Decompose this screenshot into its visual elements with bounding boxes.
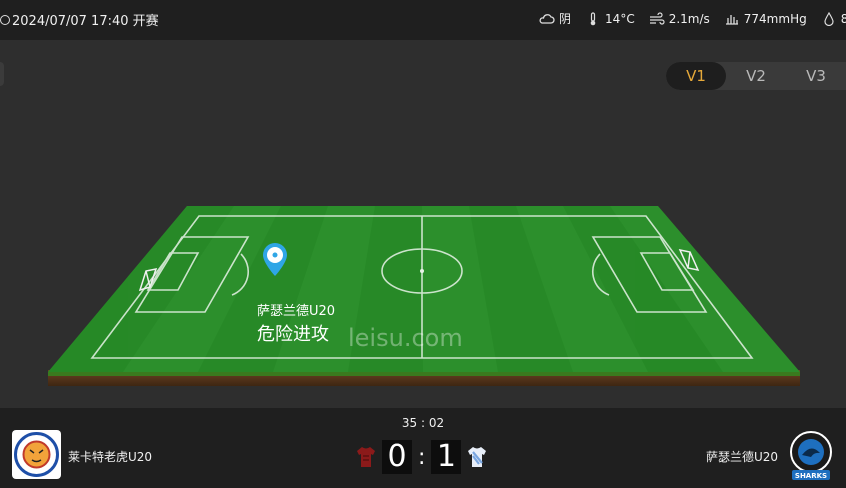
home-shirt-icon xyxy=(357,447,375,467)
match-datetime: 2024/07/07 17:40 开赛 xyxy=(0,10,159,29)
thermometer-icon xyxy=(590,11,596,25)
weather-pressure: 774mmHg xyxy=(724,10,807,27)
weather-humidity: 86 xyxy=(821,10,846,27)
home-team-logo xyxy=(12,430,61,479)
watermark: leisu.com xyxy=(348,324,463,352)
event-team: 萨瑟兰德U20 xyxy=(257,304,335,319)
cloud-icon xyxy=(539,13,555,24)
grass-fringe xyxy=(48,372,800,376)
event-text: 危险进攻 xyxy=(257,324,329,345)
tiger-crest-icon xyxy=(14,432,59,477)
home-score: 0 xyxy=(382,440,412,474)
away-team-name: 萨瑟兰德U20 xyxy=(705,450,778,464)
away-score: 1 xyxy=(431,440,462,474)
weather-temperature: 14°C xyxy=(585,10,635,27)
svg-text:SHARKS: SHARKS xyxy=(795,472,827,480)
center-spot xyxy=(420,269,424,273)
weather-condition: 阴 xyxy=(539,10,571,27)
away-shirt-icon xyxy=(468,447,487,467)
match-clock: 35 : 02 xyxy=(401,416,445,430)
away-team-logo: SHARKS xyxy=(788,430,834,482)
shark-crest-icon: SHARKS xyxy=(790,431,832,480)
weather-wind: 2.1m/s xyxy=(649,10,710,27)
home-team-name: 莱卡特老虎U20 xyxy=(68,450,153,464)
scoreboard: 35 : 02 莱卡特老虎U20 0 : 1 萨瑟兰德U20 SHARKS xyxy=(0,408,846,488)
clock-icon xyxy=(0,15,10,25)
top-bar: 2024/07/07 17:40 开赛 阴 14°C 2.1m/s 774mmH… xyxy=(0,0,846,40)
animation-stage: V1 V2 V3 萨瑟兰德U20 危险进攻 leisu.com xyxy=(0,40,846,408)
datetime-text: 2024/07/07 17:40 开赛 xyxy=(12,14,159,29)
droplet-icon xyxy=(824,11,834,26)
pitch: 萨瑟兰德U20 危险进攻 leisu.com xyxy=(48,206,800,386)
weather-info: 阴 14°C 2.1m/s 774mmHg 86 xyxy=(539,10,846,27)
score-separator: : xyxy=(418,444,426,470)
wind-icon xyxy=(649,11,665,25)
score-display: 0 : 1 xyxy=(356,440,487,474)
pressure-icon xyxy=(725,14,738,25)
